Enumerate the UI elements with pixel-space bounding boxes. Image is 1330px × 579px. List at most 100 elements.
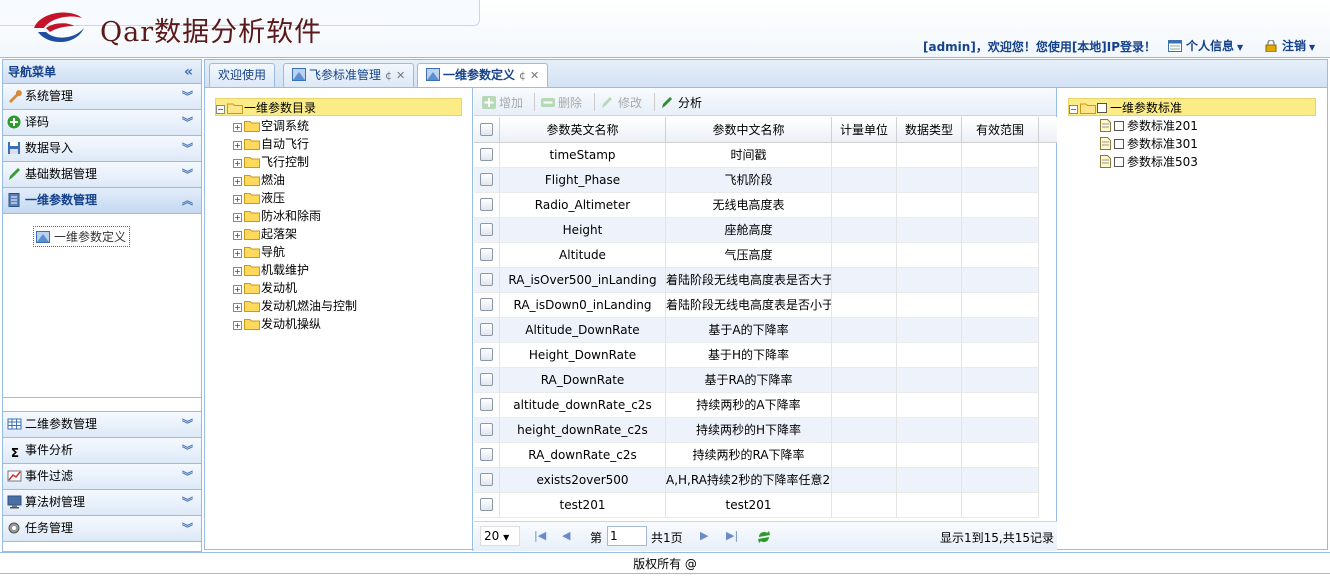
sidebar-item-event-analysis[interactable]: Σ 事件分析 ︾ [3,438,201,464]
tree-checkbox[interactable] [1097,103,1107,113]
expand-node-icon[interactable]: + [233,267,242,276]
tab-flight-param-standard[interactable]: 飞参标准管理 ¢ ✕ [283,63,415,88]
collapse-node-icon[interactable]: − [1069,105,1078,114]
table-row[interactable]: RA_downRate_c2s 持续两秒的RA下降率 [474,443,1039,468]
add-button[interactable]: 增加 [482,94,523,111]
expand-node-icon[interactable]: + [233,177,242,186]
tree-node[interactable]: + 机载维护 [233,261,309,279]
tree-node[interactable]: + 发动机 [233,279,297,297]
table-row[interactable]: Height 座舱高度 [474,218,1039,243]
column-header-valid-range[interactable]: 有效范围 [962,117,1039,143]
expand-node-icon[interactable]: + [233,285,242,294]
close-icon[interactable]: ✕ [396,69,405,82]
expand-node-icon[interactable]: + [233,195,242,204]
sidebar-item-system[interactable]: 系统管理 ︾ [3,84,201,110]
logout-menu[interactable]: 注销 ▼ [1264,37,1315,54]
row-checkbox[interactable] [480,148,493,161]
tree-node[interactable]: 参数标准201 [1100,117,1198,135]
tree-root-param-standard[interactable]: − 一维参数标准 [1068,98,1316,116]
tree-node[interactable]: + 防冰和除雨 [233,207,321,225]
expand-node-icon[interactable]: + [233,159,242,168]
edit-button[interactable]: 修改 [601,94,642,111]
tree-node[interactable]: + 导航 [233,243,285,261]
column-header-unit[interactable]: 计量单位 [832,117,897,143]
tree-node[interactable]: + 液压 [233,189,285,207]
tree-node[interactable]: 参数标准301 [1100,135,1198,153]
column-header-chinese-name[interactable]: 参数中文名称 [666,117,832,143]
row-checkbox-cell[interactable] [474,368,500,393]
select-all-checkbox[interactable] [480,123,493,136]
table-row[interactable]: Flight_Phase 飞机阶段 [474,168,1039,193]
last-page-icon[interactable]: ▶| [726,529,738,542]
prev-page-icon[interactable]: ◀ [562,529,570,542]
sidebar-link-1d-param-definition[interactable]: 一维参数定义 [33,226,131,247]
row-checkbox[interactable] [480,473,493,486]
refresh-icon[interactable]: ¢ [519,69,526,82]
tree-checkbox[interactable] [1114,121,1124,131]
sidebar-item-2d-params[interactable]: 二维参数管理 ︾ [3,412,201,438]
tree-checkbox[interactable] [1114,157,1124,167]
table-row[interactable]: Radio_Altimeter 无线电高度表 [474,193,1039,218]
row-checkbox[interactable] [480,223,493,236]
collapse-node-icon[interactable]: − [216,105,225,114]
sidebar-item-data-import[interactable]: 数据导入 ︾ [3,136,201,162]
tree-root-param-directory[interactable]: − 一维参数目录 [215,98,462,116]
table-row[interactable]: Altitude_DownRate 基于A的下降率 [474,318,1039,343]
tree-node[interactable]: + 飞行控制 [233,153,309,171]
row-checkbox-cell[interactable] [474,168,500,193]
row-checkbox-cell[interactable] [474,318,500,343]
sidebar-item-decode[interactable]: 译码 ︾ [3,110,201,136]
table-row[interactable]: altitude_downRate_c2s 持续两秒的A下降率 [474,393,1039,418]
row-checkbox-cell[interactable] [474,193,500,218]
row-checkbox[interactable] [480,373,493,386]
select-all-checkbox-cell[interactable] [474,117,500,143]
user-info-menu[interactable]: 个人信息 ▼ [1168,37,1243,54]
row-checkbox-cell[interactable] [474,143,500,168]
expand-node-icon[interactable]: + [233,231,242,240]
table-row[interactable]: test201 test201 [474,493,1039,518]
row-checkbox[interactable] [480,173,493,186]
table-row[interactable]: RA_DownRate 基于RA的下降率 [474,368,1039,393]
sidebar-item-algorithm-tree[interactable]: 算法树管理 ︾ [3,490,201,516]
delete-button[interactable]: 删除 [541,94,582,111]
first-page-icon[interactable]: |◀ [534,529,546,542]
expand-node-icon[interactable]: + [233,213,242,222]
row-checkbox-cell[interactable] [474,343,500,368]
row-checkbox-cell[interactable] [474,468,500,493]
row-checkbox-cell[interactable] [474,493,500,518]
row-checkbox[interactable] [480,298,493,311]
tree-node[interactable]: 参数标准503 [1100,153,1198,171]
tree-node[interactable]: + 发动机燃油与控制 [233,297,357,315]
refresh-icon[interactable]: ¢ [385,69,392,82]
tab-1d-param-definition[interactable]: 一维参数定义 ¢ ✕ [417,63,549,89]
column-header-english-name[interactable]: 参数英文名称 [500,117,666,143]
tree-node[interactable]: + 燃油 [233,171,285,189]
row-checkbox[interactable] [480,348,493,361]
row-checkbox[interactable] [480,398,493,411]
row-checkbox[interactable] [480,448,493,461]
table-row[interactable]: exists2over500 A,H,RA持续2秒的下降率任意2个 [474,468,1039,493]
table-row[interactable]: height_downRate_c2s 持续两秒的H下降率 [474,418,1039,443]
row-checkbox-cell[interactable] [474,418,500,443]
tree-checkbox[interactable] [1114,139,1124,149]
tree-node[interactable]: + 发动机操纵 [233,315,321,333]
row-checkbox-cell[interactable] [474,243,500,268]
row-checkbox-cell[interactable] [474,293,500,318]
page-number-input[interactable]: 1 [607,526,647,546]
row-checkbox[interactable] [480,498,493,511]
analyze-button[interactable]: 分析 [661,94,702,111]
row-checkbox-cell[interactable] [474,393,500,418]
refresh-icon[interactable] [756,529,772,545]
table-row[interactable]: Altitude 气压高度 [474,243,1039,268]
row-checkbox[interactable] [480,273,493,286]
tree-node[interactable]: + 空调系统 [233,117,309,135]
tree-node[interactable]: + 起落架 [233,225,297,243]
collapse-sidebar-icon[interactable]: « [184,60,193,84]
row-checkbox-cell[interactable] [474,443,500,468]
close-icon[interactable]: ✕ [530,69,539,82]
expand-node-icon[interactable]: + [233,123,242,132]
column-header-data-type[interactable]: 数据类型 [897,117,962,143]
table-row[interactable]: Height_DownRate 基于H的下降率 [474,343,1039,368]
sidebar-item-basic-data[interactable]: 基础数据管理 ︾ [3,162,201,188]
tree-node[interactable]: + 自动飞行 [233,135,309,153]
